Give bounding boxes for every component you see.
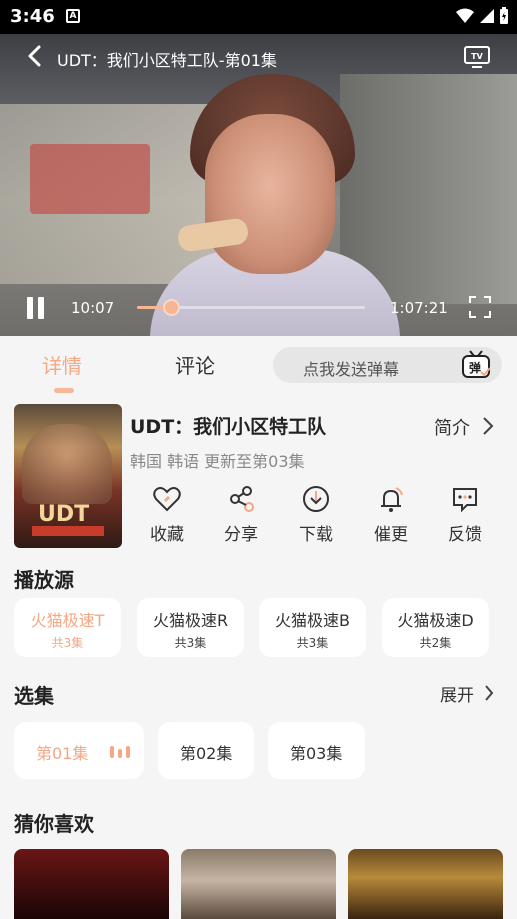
expand-link[interactable]: 展开: [440, 681, 474, 706]
share-label: 分享: [224, 525, 258, 545]
remind-update-button[interactable]: 催更: [361, 484, 421, 545]
cast-tv-icon[interactable]: TV: [463, 44, 491, 70]
total-time: 1:07:21: [390, 299, 448, 317]
recommend-thumbnail[interactable]: [14, 849, 169, 919]
recommend-thumbnail[interactable]: [181, 849, 336, 919]
notification-icon: A: [66, 9, 80, 23]
source-count: 共3集: [51, 636, 84, 650]
feedback-label: 反馈: [448, 525, 482, 545]
status-time: 3:46: [10, 6, 55, 27]
show-meta: 韩国 韩语 更新至第03集: [130, 452, 305, 471]
favorite-label: 收藏: [150, 525, 184, 545]
chevron-right-icon[interactable]: [484, 684, 494, 702]
source-count: 共3集: [174, 636, 207, 650]
player-title: UDT：我们小区特工队-第01集: [57, 51, 277, 70]
progress-handle[interactable]: [163, 299, 181, 316]
player-topbar: UDT：我们小区特工队-第01集 TV: [0, 36, 517, 76]
playing-indicator-icon: [110, 746, 130, 758]
danmu-icon[interactable]: 弹: [460, 350, 492, 380]
status-bar: 3:46 A: [0, 0, 517, 34]
detail-panel: 详情 评论 点我发送弹幕 弹 UDT UDT：我们小区特工队 简介 韩国 韩语 …: [0, 336, 517, 919]
episode-item[interactable]: 第01集: [14, 722, 144, 779]
tab-indicator: [54, 388, 74, 393]
source-name: 火猫极速R: [152, 611, 229, 630]
poster-figures: [22, 424, 112, 504]
svg-text:TV: TV: [471, 52, 483, 61]
source-item[interactable]: 火猫极速R 共3集: [137, 598, 244, 657]
danmu-icon-text: 弹: [469, 360, 481, 375]
danmu-placeholder: 点我发送弹幕: [303, 360, 400, 379]
poster-title: UDT: [38, 502, 90, 527]
tab-comment[interactable]: 评论: [175, 350, 215, 379]
recommend-thumbnail[interactable]: [348, 849, 503, 919]
show-poster[interactable]: UDT: [14, 404, 122, 548]
source-name: 火猫极速B: [275, 611, 350, 630]
danmu-input[interactable]: 点我发送弹幕 弹: [273, 347, 502, 383]
feedback-icon: [453, 488, 477, 513]
source-count: 共3集: [296, 636, 329, 650]
recommend-section-title: 猜你喜欢: [14, 812, 94, 836]
source-item[interactable]: 火猫极速T 共3集: [14, 598, 121, 657]
episode-item[interactable]: 第03集: [268, 722, 365, 779]
download-button[interactable]: 下载: [286, 484, 346, 545]
source-section-title: 播放源: [14, 568, 74, 592]
favorite-button[interactable]: 收藏: [137, 484, 197, 545]
heart-icon: [153, 487, 181, 512]
fullscreen-icon[interactable]: [469, 296, 491, 318]
source-count: 共2集: [419, 636, 452, 650]
chevron-right-icon[interactable]: [482, 416, 494, 436]
remind-update-label: 催更: [374, 525, 408, 545]
episode-label: 第03集: [290, 744, 343, 763]
show-title: UDT：我们小区特工队: [130, 416, 327, 438]
signal-icon: [480, 9, 494, 23]
video-sign: [30, 144, 150, 214]
bell-icon: [381, 487, 403, 512]
tab-detail[interactable]: 详情: [42, 350, 82, 379]
player-controls: 10:07 1:07:21: [0, 290, 517, 326]
current-time: 10:07: [71, 299, 115, 317]
source-item[interactable]: 火猫极速B 共3集: [259, 598, 366, 657]
poster-banner: [32, 526, 104, 536]
episodes-section-title: 选集: [14, 684, 54, 708]
back-icon[interactable]: [24, 44, 46, 68]
system-icons: [455, 7, 509, 25]
share-icon: [230, 486, 254, 512]
source-name: 火猫极速T: [30, 611, 105, 630]
intro-link[interactable]: 简介: [434, 414, 470, 440]
source-item[interactable]: 火猫极速D 共2集: [382, 598, 489, 657]
episode-item[interactable]: 第02集: [158, 722, 254, 779]
episode-label: 第02集: [180, 744, 233, 763]
share-button[interactable]: 分享: [211, 484, 271, 545]
source-name: 火猫极速D: [397, 611, 474, 630]
pause-button[interactable]: [24, 297, 46, 319]
download-icon: [303, 486, 329, 512]
episode-label: 第01集: [36, 744, 89, 763]
video-subject-face: [205, 114, 335, 274]
feedback-button[interactable]: 反馈: [435, 484, 495, 545]
download-label: 下载: [299, 525, 333, 545]
wifi-icon: [456, 8, 474, 23]
battery-icon: [500, 7, 508, 24]
progress-slider[interactable]: [137, 299, 365, 316]
